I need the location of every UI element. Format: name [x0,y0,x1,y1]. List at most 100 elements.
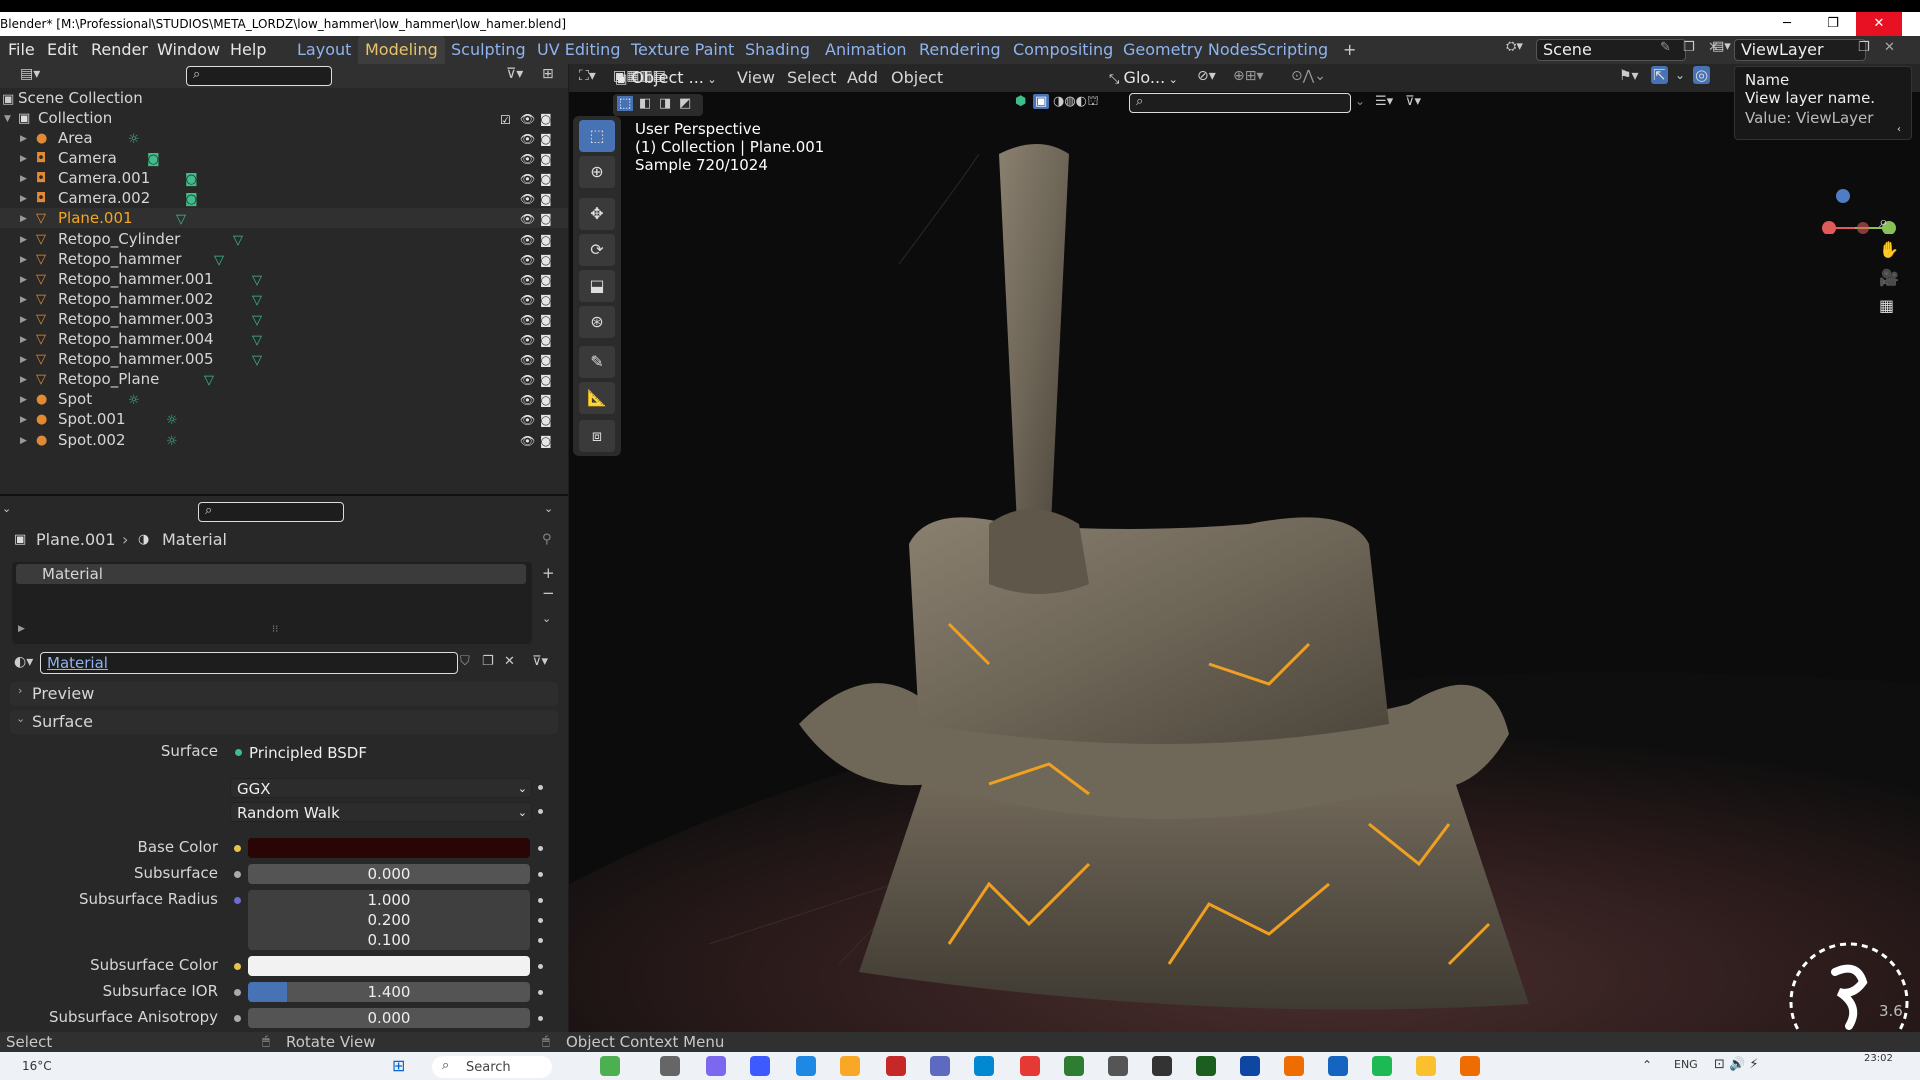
preview-panel-header[interactable]: › Preview [10,682,558,706]
numeric-field[interactable]: 0.200 [248,910,530,930]
tab-geometry-nodes[interactable]: Geometry Nodes [1116,36,1265,64]
teams-icon[interactable] [706,1056,726,1076]
tab-texture-paint[interactable]: Texture Paint [624,36,741,64]
numeric-field[interactable]: 0.000 [248,1008,530,1028]
subsurface-color-swatch[interactable] [248,956,530,976]
expand-arrow[interactable]: ▶ [20,169,27,189]
app-icon[interactable] [1108,1056,1128,1076]
eye-icon[interactable]: 👁 [520,431,535,451]
camera-render-icon[interactable]: ◙ [540,109,552,129]
camera-render-icon[interactable]: ◙ [540,431,552,451]
transform-tool-icon[interactable]: ⊛ [579,306,615,338]
eye-icon[interactable]: 👁 [520,129,535,149]
display-mode-icon[interactable]: ▤▾ [20,66,40,82]
viewport-menu-view[interactable]: View [737,66,775,90]
scale-tool-icon[interactable]: ⬓ [579,270,615,302]
outliner-item[interactable]: ▶ ◘ Camera.001 ◙ 👁 ◙ [0,168,568,188]
viewport-menu-object[interactable]: Object [891,66,943,90]
numeric-field[interactable]: 0.100 [248,930,530,950]
tab-modeling[interactable]: Modeling [358,36,445,64]
camera-render-icon[interactable]: ◙ [540,330,552,350]
keyframe-dot[interactable] [538,990,543,995]
duplicate-icon[interactable]: ❐ [482,654,494,669]
shading-icon[interactable]: ⬢ [1015,94,1026,109]
close-button[interactable]: ✕ [1856,12,1902,36]
z-axis-icon[interactable] [1836,189,1850,203]
neg-x-axis-icon[interactable] [1857,222,1869,234]
expand-arrow[interactable]: ▶ [18,624,25,634]
scene-pin-icon[interactable]: ✎ [1660,40,1671,55]
weather-temp[interactable]: 16°C [22,1059,52,1073]
keyframe-dot[interactable] [538,785,543,790]
snap-icon[interactable]: ⊕⊞▾ [1233,68,1264,84]
menu-window[interactable]: Window [157,40,220,59]
tab-rendering[interactable]: Rendering [912,36,1008,64]
outliner-item[interactable]: ▶ ● Spot.001 ☼ 👁 ◙ [0,409,568,429]
distribution-dropdown[interactable]: GGX ⌄ [230,778,532,798]
outliner-item[interactable]: ▶ ▽ Retopo_Plane ▽ 👁 ◙ [0,369,568,389]
expand-arrow[interactable]: ▶ [20,250,27,270]
camera-render-icon[interactable]: ◙ [540,189,552,209]
properties-search-input[interactable]: ⌕ [198,502,344,522]
eye-icon[interactable]: 👁 [520,149,535,169]
app-icon[interactable] [1416,1056,1436,1076]
camera-render-icon[interactable]: ◙ [540,270,552,290]
expand-arrow[interactable]: ▶ [20,431,27,451]
rotate-tool-icon[interactable]: ⟳ [579,234,615,266]
outliner-item[interactable]: ▶ ▽ Plane.001 ▽ 👁 ◙ [0,208,568,229]
socket-dot[interactable] [234,963,241,970]
z-axis-gizmo[interactable] [1833,186,1853,206]
minimize-button[interactable]: ─ [1764,12,1810,36]
unlink-icon[interactable]: ✕ [504,654,515,669]
outliner-item[interactable]: ▶ ● Area ☼ 👁 ◙ [0,128,568,148]
language-indicator[interactable]: ENG [1674,1058,1698,1071]
material-name-field[interactable]: Material [40,652,458,674]
menu-edit[interactable]: Edit [47,40,78,59]
outliner-item[interactable]: ▶ ▽ Retopo_hammer.003 ▽ 👁 ◙ [0,309,568,329]
surface-shader-field[interactable]: Principled BSDF [230,742,530,762]
keyframe-dot[interactable] [538,846,543,851]
outliner-item[interactable]: ▶ ▽ Retopo_hammer.005 ▽ 👁 ◙ [0,349,568,369]
keyframe-dot[interactable] [538,809,543,814]
eye-icon[interactable]: 👁 [520,370,535,390]
app-icon[interactable] [1328,1056,1348,1076]
expand-arrow[interactable]: ▼ [4,109,11,129]
cursor-tool-icon[interactable]: ⊕ [579,156,615,188]
viewport-menu-select[interactable]: Select [787,66,836,90]
spotify-icon[interactable] [1372,1056,1392,1076]
outliner-scene-collection[interactable]: ▣ Scene Collection [0,88,568,108]
editor-type-icon[interactable]: ⛶▾ [579,68,596,84]
app-icon[interactable] [1196,1056,1216,1076]
add-workspace-button[interactable]: + [1336,36,1363,64]
sidebar-toggle-icon[interactable]: ‹ [1897,124,1901,135]
camera-render-icon[interactable]: ◙ [540,129,552,149]
task-view-icon[interactable] [660,1056,680,1076]
expand-arrow[interactable]: ▶ [20,370,27,390]
eye-icon[interactable]: 👁 [520,250,535,270]
tab-compositing[interactable]: Compositing [1006,36,1120,64]
scene-browse-icon[interactable]: ⛭▾ [1506,39,1523,54]
socket-dot[interactable] [234,989,241,996]
camera-view-icon[interactable]: 🎥 [1879,268,1899,287]
app-icon[interactable] [1152,1056,1172,1076]
tab-animation[interactable]: Animation [818,36,914,64]
expand-arrow[interactable]: ▶ [20,350,27,370]
expand-arrow[interactable]: ▶ [20,129,27,149]
perspective-grid-icon[interactable]: ▦ [1879,296,1894,315]
menu-file[interactable]: File [8,40,35,59]
chevron-down-icon[interactable]: ⌄ [1675,68,1685,82]
remove-slot-button[interactable]: − [542,584,555,602]
pivot-icon[interactable]: ⊘▾ [1197,68,1216,84]
gizmo-toggle-icon[interactable]: ⇱ [1651,66,1668,84]
outliner-item[interactable]: ▶ ▽ Retopo_Cylinder ▽ 👁 ◙ [0,229,568,249]
tray-chevron-up-icon[interactable]: ⌃ [1642,1058,1652,1072]
expand-arrow[interactable]: ▶ [20,149,27,169]
filter-icon[interactable]: ⊽▾ [506,66,523,82]
eye-icon[interactable]: 👁 [520,270,535,290]
select-set-icon[interactable]: ⬚ [617,96,634,111]
collection-checkbox[interactable]: ☑ [500,110,511,130]
expand-arrow[interactable]: ▶ [20,290,27,310]
subsurface-method-dropdown[interactable]: Random Walk ⌄ [230,802,532,822]
chevron-down-icon[interactable]: ⌄ [2,502,11,515]
tab-shading[interactable]: Shading [738,36,817,64]
